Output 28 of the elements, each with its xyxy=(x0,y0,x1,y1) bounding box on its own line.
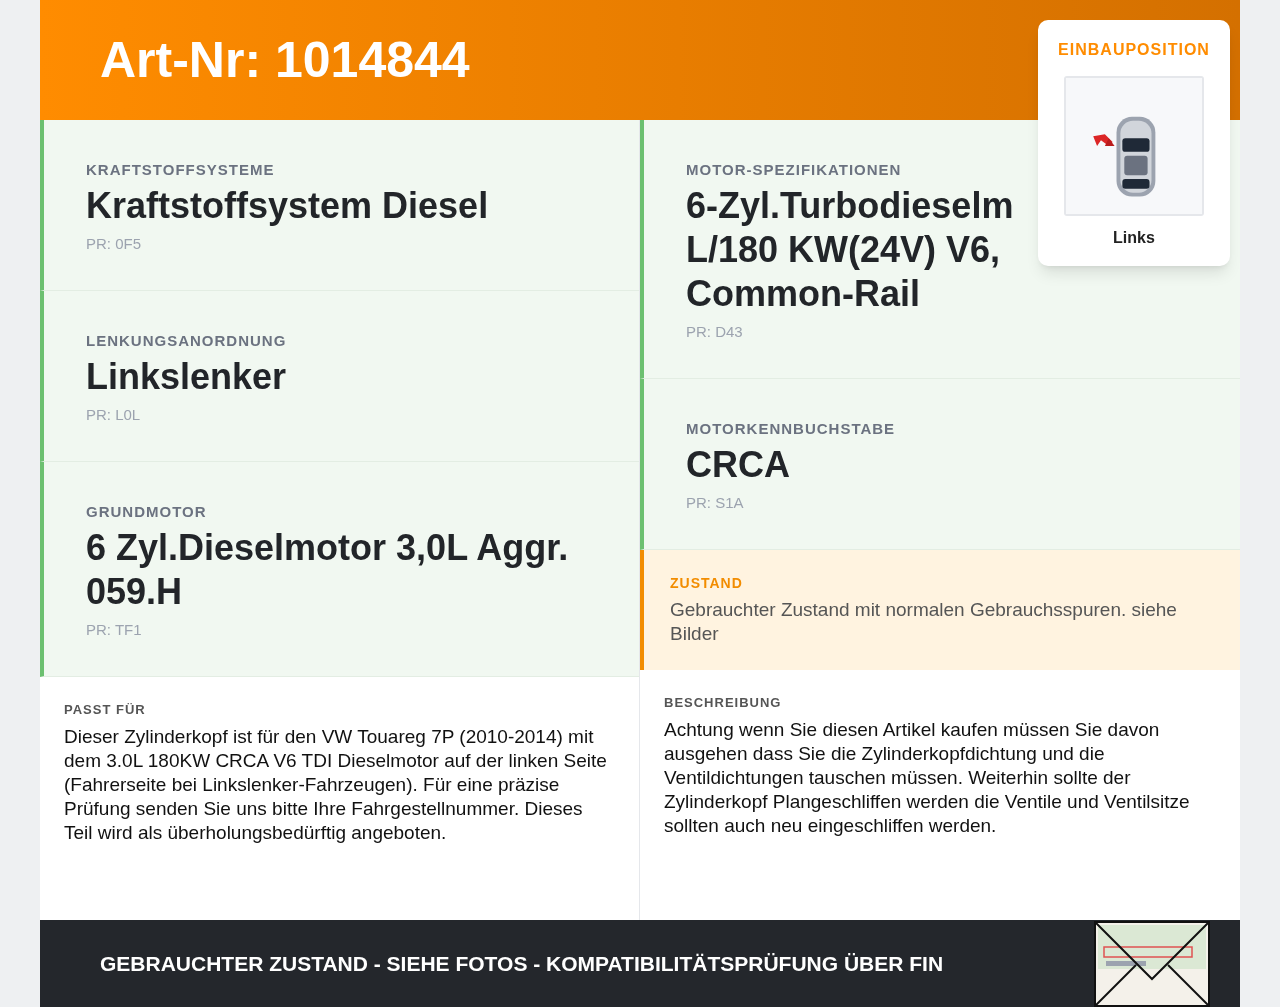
spec-value: 059.H xyxy=(86,570,183,614)
spec-label: LENKUNGSANORDNUNG xyxy=(86,331,288,351)
description-label: BESCHREIBUNG xyxy=(664,694,783,712)
pr-code: PR: D43 xyxy=(686,322,744,342)
spec-value: 6 Zyl.Dieselmotor 3,0L Aggr. xyxy=(86,526,569,570)
spec-label: MOTORKENNBUCHSTABE xyxy=(686,419,897,439)
position-caption: Links xyxy=(1113,228,1155,248)
article-number: Art-Nr: 1014844 xyxy=(100,31,470,90)
condition-text: Gebrauchter Zustand mit normalen Gebrauchsspuren. siehe Bilder xyxy=(670,598,1178,646)
pr-code: PR: 0F5 xyxy=(86,234,143,254)
spec-value: CRCA xyxy=(686,443,790,487)
spec-value: L/180 KW(24V) V6, xyxy=(686,228,1001,272)
condition-label: ZUSTAND xyxy=(670,574,744,592)
position-label: EINBAUPOSITION xyxy=(1058,40,1210,60)
description-text: Dieser Zylinderkopf ist für den VW Touareg 7P (2010-2014) mit dem 3.0L 180KW CRCA V6 TDI Dieselmotor auf der linken Seite (Fahrerseite bei Linkslenker-Fahrzeugen). Für eine präzise Prüfung senden Sie uns bitte Ihre Fahrgestellnummer. Dieses Teil wird als überholungsbedürftig angeboten. xyxy=(64,725,608,845)
spec-value: Common-Rail xyxy=(686,272,920,316)
description-text: Achtung wenn Sie diesen Artikel kaufen müssen Sie davon ausgehen dass Sie die Zylinderkopfdichtung und die Ventildichtungen tauschen müssen. Weiterhin sollte der Zylinderkopf Plangeschliffen werden die Ventile und Ventilsitze sollten auch neu eingeschliffen werden. xyxy=(664,718,1191,838)
pr-code: PR: L0L xyxy=(86,405,142,425)
pr-code: PR: S1A xyxy=(686,493,745,513)
description-label: PASST FÜR xyxy=(64,701,147,719)
spec-value: Kraftstoffsystem Diesel xyxy=(86,184,489,228)
spec-value: Linkslenker xyxy=(86,355,287,399)
footer-text: GEBRAUCHTER ZUSTAND - SIEHE FOTOS - KOMPATIBILITÄTSPRÜFUNG ÜBER FIN xyxy=(100,950,944,977)
spec-label: KRAFTSTOFFSYSTEME xyxy=(86,160,276,180)
pr-code: PR: TF1 xyxy=(86,620,143,640)
spec-value: 6-Zyl.Turbodieselm xyxy=(686,184,1014,228)
spec-label: MOTOR-SPEZIFIKATIONEN xyxy=(686,160,903,180)
spec-label: GRUNDMOTOR xyxy=(86,502,208,522)
